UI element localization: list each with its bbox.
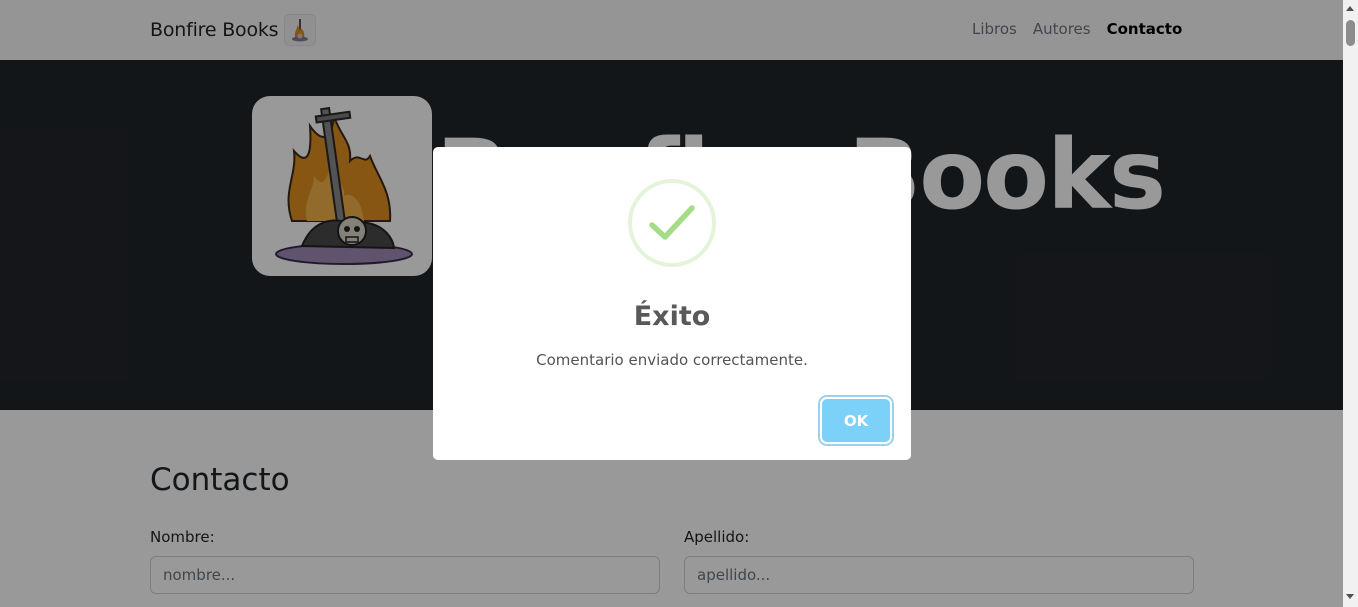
vertical-scrollbar[interactable] xyxy=(1343,0,1358,607)
success-icon-ring xyxy=(628,179,716,267)
success-check-icon xyxy=(649,205,695,240)
success-dialog: Éxito Comentario enviado correctamente. … xyxy=(433,147,911,460)
scroll-down-arrow-icon[interactable] xyxy=(1346,594,1354,599)
ok-button[interactable]: OK xyxy=(822,399,890,442)
page: Bonfire Books Libros Autores Contacto Bo… xyxy=(0,0,1343,607)
dialog-title: Éxito xyxy=(633,301,711,332)
dialog-message: Comentario enviado correctamente. xyxy=(536,351,808,369)
scroll-up-arrow-icon[interactable] xyxy=(1346,6,1354,11)
scroll-thumb[interactable] xyxy=(1346,20,1355,46)
